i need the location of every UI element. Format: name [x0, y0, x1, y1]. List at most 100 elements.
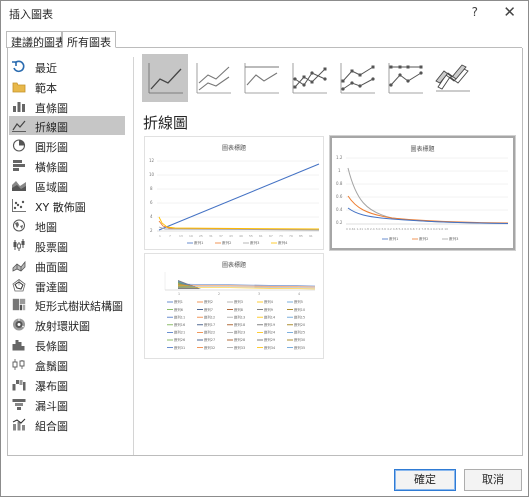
sidebar-item-label: 矩形式樹狀結構圖: [35, 300, 123, 313]
legend-entry: 數列6: [174, 307, 183, 312]
sidebar-item-label: 地圖: [35, 221, 57, 234]
line-markers-subtype-icon: [292, 63, 327, 94]
3d-line-subtype-button[interactable]: [430, 54, 476, 102]
recent-icon: [12, 60, 26, 73]
sidebar-divider: [133, 57, 134, 455]
legend-entry: 數列22: [204, 330, 215, 335]
sidebar-item-label: 放射環狀圖: [35, 320, 90, 333]
line-chart-icon: [12, 119, 26, 132]
legend-entry: 數列8: [234, 307, 243, 312]
legend-entry: 數列26: [174, 337, 185, 342]
tab-recommended-charts[interactable]: 建議的圖表: [6, 31, 66, 49]
radar-chart-icon: [12, 279, 26, 292]
svg-text:67: 67: [269, 234, 273, 238]
legend-entry: 數列35: [294, 345, 305, 350]
x-tick: 2: [218, 292, 220, 296]
svg-text:7: 7: [169, 234, 171, 238]
x-axis-ticks: 0 0.61 1.21 1.8 2.4 3.0 3.6 4.2 4.8 5.4 …: [346, 227, 448, 231]
sidebar-item-treemap[interactable]: 矩形式樹狀結構圖: [9, 295, 125, 314]
y-tick: 6: [150, 200, 153, 205]
legend-entry: 數列25: [294, 330, 305, 335]
sidebar-item-stock[interactable]: 股票圖: [9, 236, 125, 255]
sidebar-item-line[interactable]: 折線圖: [9, 116, 125, 135]
sidebar-item-label: 曲面圖: [35, 261, 68, 274]
x-tick: 1: [178, 292, 180, 296]
sidebar-item-xy-scatter[interactable]: XY 散佈圖: [9, 196, 125, 215]
sidebar-item-label: 漏斗圖: [35, 400, 68, 413]
sidebar-item-sunburst[interactable]: 放射環狀圖: [9, 315, 125, 334]
sidebar-item-column[interactable]: 直條圖: [9, 97, 125, 116]
percent-stacked-line-with-markers-subtype-button[interactable]: [382, 54, 428, 102]
legend-entry: 數列4: [264, 299, 273, 304]
sidebar-item-label: 區域圖: [35, 181, 68, 194]
sidebar-item-label: 雷達圖: [35, 281, 68, 294]
chart-preview-1[interactable]: 圖表標題 12 10 8 6 4 2 1 7 13 19 25 31 37 43 49 55 61 6…: [144, 136, 324, 250]
tab-all-charts[interactable]: 所有圖表: [62, 31, 116, 49]
legend-entry: 數列21: [174, 330, 185, 335]
box-whisker-chart-icon: [12, 358, 26, 371]
sidebar-item-box-whisker[interactable]: 盒鬚圖: [9, 355, 125, 374]
line-subtype-button[interactable]: [142, 54, 188, 102]
stacked-line-subtype-button[interactable]: [190, 54, 236, 102]
chart-preview-3[interactable]: 圖表標題 1 2 3 4 數列1 數列2 數列3 數列4 數列5 數列6 數列7 數列8 數列9…: [144, 253, 324, 359]
line-with-markers-subtype-button[interactable]: [286, 54, 332, 102]
sidebar-item-area[interactable]: 區域圖: [9, 176, 125, 195]
percent-stacked-line-subtype-button[interactable]: [238, 54, 284, 102]
sunburst-chart-icon: [12, 318, 26, 331]
svg-text:37: 37: [219, 234, 223, 238]
sidebar-item-label: 組合圖: [35, 420, 68, 433]
legend-entry: 數列20: [294, 322, 305, 327]
sidebar-item-recent[interactable]: 最近: [9, 57, 125, 76]
sidebar-item-label: 折線圖: [35, 121, 68, 134]
legend-entry: 數列14: [264, 314, 275, 319]
legend-entry: 數列5: [294, 299, 303, 304]
ok-button[interactable]: 確定: [394, 469, 456, 491]
y-tick: 12: [149, 158, 155, 163]
legend-entry: 數列24: [264, 330, 275, 335]
legend-entry: 數列11: [174, 314, 185, 319]
legend-entry: 數列28: [234, 337, 245, 342]
legend-entry: 數列15: [294, 314, 305, 319]
y-tick: 4: [150, 214, 153, 219]
y-tick: 2: [150, 228, 153, 233]
legend-entry: 數列30: [294, 337, 305, 342]
svg-text:49: 49: [239, 234, 243, 238]
legend-entry: 數列1: [194, 240, 203, 245]
sidebar-item-label: 直條圖: [35, 102, 68, 115]
svg-text:19: 19: [189, 234, 193, 238]
chart-preview-2[interactable]: 圖表標題 1.2 1 0.8 0.6 0.4 0.2 0 0.61 1.21 1…: [329, 135, 516, 251]
legend-entry: 數列2: [419, 236, 428, 241]
preview-2-plot: 1.2 1 0.8 0.6 0.4 0.2 0 0.61 1.21 1.8 2.…: [336, 155, 509, 241]
sidebar-item-pie[interactable]: 圓形圖: [9, 136, 125, 155]
column-chart-icon: [12, 100, 26, 113]
help-button[interactable]: ?: [472, 5, 478, 19]
x-tick: 3: [258, 292, 260, 296]
sidebar-item-funnel[interactable]: 漏斗圖: [9, 395, 125, 414]
sidebar-item-bar[interactable]: 橫條圖: [9, 156, 125, 175]
legend-entry: 數列3: [250, 240, 259, 245]
sidebar-item-map[interactable]: 地圖: [9, 216, 125, 235]
sidebar-item-surface[interactable]: 曲面圖: [9, 256, 125, 275]
sidebar-item-label: 範本: [35, 82, 57, 95]
sidebar-item-label: 瀑布圖: [35, 380, 68, 393]
sidebar-item-label: 橫條圖: [35, 161, 68, 174]
legend-entry: 數列1: [389, 236, 398, 241]
sidebar-item-radar[interactable]: 雷達圖: [9, 276, 125, 295]
legend-entry: 數列13: [234, 314, 245, 319]
treemap-chart-icon: [12, 298, 26, 311]
template-folder-icon: [12, 80, 26, 93]
stacked-line-with-markers-subtype-button[interactable]: [334, 54, 380, 102]
preview-1-plot: 12 10 8 6 4 2 1 7 13 19 25 31 37 43 49 55 61 67 73 79…: [149, 158, 320, 245]
y-tick: 0.4: [336, 207, 343, 212]
cancel-button[interactable]: 取消: [464, 469, 522, 491]
legend-entry: 數列2: [222, 240, 231, 245]
sidebar-item-histogram[interactable]: 長條圖: [9, 335, 125, 354]
sidebar-item-waterfall[interactable]: 瀑布圖: [9, 375, 125, 394]
sidebar-item-label: 最近: [35, 62, 57, 75]
sidebar-item-templates[interactable]: 範本: [9, 77, 125, 96]
y-tick: 0.2: [336, 220, 343, 225]
close-button[interactable]: ✕: [503, 3, 516, 21]
stacked-line-subtype-icon: [196, 63, 231, 94]
sidebar-item-combo[interactable]: 組合圖: [9, 415, 125, 434]
legend-entry: 數列32: [204, 345, 215, 350]
